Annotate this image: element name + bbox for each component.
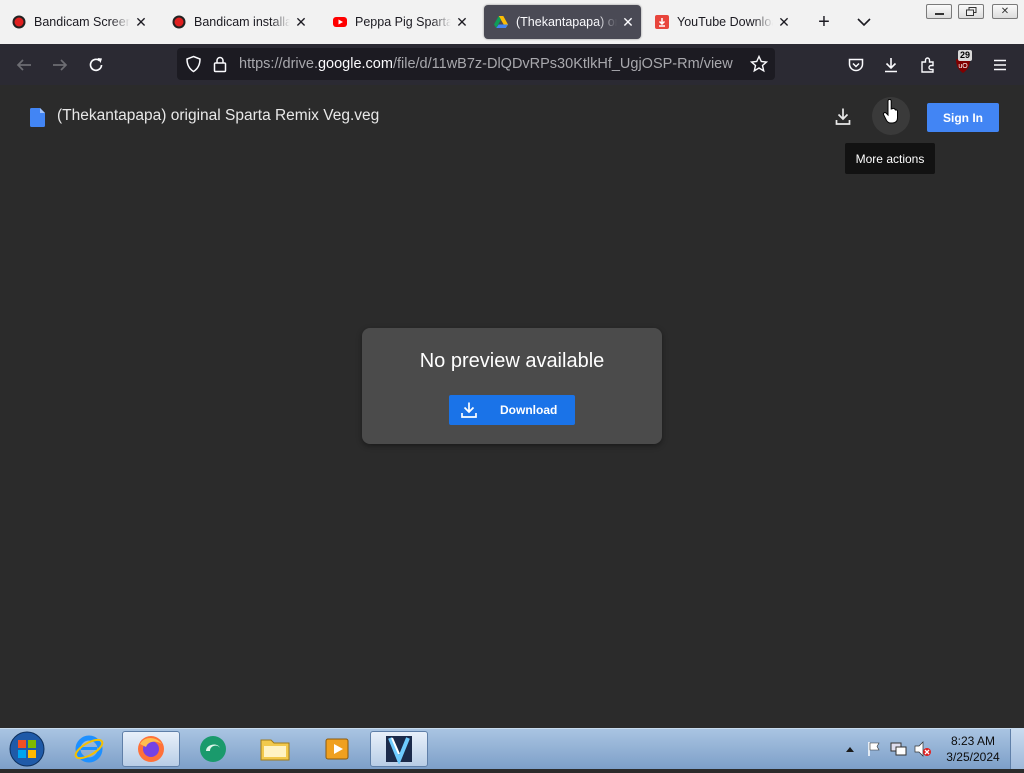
bandicam-icon bbox=[172, 15, 186, 29]
tab-bandicam-installation[interactable]: Bandicam installation ✕ bbox=[162, 5, 314, 39]
reload-button[interactable] bbox=[83, 52, 109, 78]
download-button[interactable]: Download bbox=[449, 395, 575, 425]
no-preview-message: No preview available bbox=[419, 350, 605, 372]
forward-arrow-icon bbox=[53, 59, 68, 71]
action-center-flag-icon[interactable] bbox=[866, 741, 882, 757]
green-bubble-app-icon bbox=[200, 736, 226, 762]
close-tab-icon[interactable]: ✕ bbox=[455, 15, 469, 29]
more-actions-button[interactable] bbox=[872, 97, 910, 135]
internet-explorer-icon bbox=[74, 735, 104, 763]
restore-icon bbox=[965, 7, 976, 16]
youtube-icon bbox=[333, 17, 347, 27]
tracking-protection-shield-icon[interactable] bbox=[185, 55, 202, 73]
app-menu-button[interactable] bbox=[987, 52, 1013, 78]
close-window-button[interactable]: ✕ bbox=[992, 4, 1018, 19]
download-icon bbox=[461, 402, 477, 418]
file-document-icon bbox=[30, 108, 45, 127]
taskbar-file-explorer[interactable] bbox=[246, 731, 304, 767]
speaker-muted-icon[interactable] bbox=[914, 741, 932, 757]
folder-icon bbox=[260, 739, 290, 761]
tab-youtube-downloader[interactable]: YouTube Downloader ✕ bbox=[645, 5, 797, 39]
tab-title: Peppa Pig Sparta De bbox=[355, 15, 451, 29]
url-path: /file/d/11wB7z-DlQDvRPs30KtlkHf_UgjOSP-R… bbox=[392, 56, 733, 72]
taskbar-firefox[interactable] bbox=[122, 731, 180, 767]
navigation-toolbar: https://drive.google.com/file/d/11wB7z-D… bbox=[0, 44, 1024, 85]
list-all-tabs-chevron-icon[interactable] bbox=[856, 15, 872, 29]
restore-window-button[interactable] bbox=[958, 4, 984, 19]
tab-bandicam-screen-recorder[interactable]: Bandicam Screen Re ✕ bbox=[2, 5, 154, 39]
back-button[interactable] bbox=[11, 52, 37, 78]
bandicam-icon bbox=[12, 15, 26, 29]
taskbar-vegas-pro[interactable] bbox=[370, 731, 428, 767]
bookmark-star-icon[interactable] bbox=[750, 55, 768, 73]
no-preview-card: No preview available Download bbox=[362, 328, 662, 444]
taskbar-media-player[interactable] bbox=[308, 731, 366, 767]
show-desktop-button[interactable] bbox=[1010, 729, 1024, 769]
firefox-icon bbox=[138, 736, 164, 762]
sign-in-button[interactable]: Sign In bbox=[927, 103, 999, 132]
minimize-window-button[interactable] bbox=[926, 4, 952, 19]
tab-title: (Thekantapapa) orig bbox=[516, 15, 617, 29]
back-arrow-icon bbox=[16, 59, 31, 71]
hand-pointer-cursor-icon bbox=[882, 99, 898, 124]
start-button[interactable] bbox=[5, 730, 49, 768]
windows-start-orb-icon bbox=[9, 731, 45, 767]
extensions-button[interactable] bbox=[915, 52, 941, 78]
system-clock[interactable]: 8:23 AM 3/25/2024 bbox=[944, 733, 1002, 765]
download-arrow-icon bbox=[885, 58, 897, 73]
clock-date: 3/25/2024 bbox=[946, 750, 1000, 764]
close-tab-icon[interactable]: ✕ bbox=[294, 15, 308, 29]
pocket-icon bbox=[848, 58, 864, 72]
file-title: (Thekantapapa) original Sparta Remix Veg… bbox=[57, 107, 380, 124]
network-icon[interactable] bbox=[889, 741, 907, 757]
vegas-pro-icon bbox=[386, 736, 412, 764]
download-icon bbox=[655, 15, 669, 29]
close-tab-icon[interactable]: ✕ bbox=[777, 15, 791, 29]
extension-badge-count: 29 bbox=[958, 50, 973, 61]
windows-taskbar: 8:23 AM 3/25/2024 bbox=[0, 728, 1024, 769]
clock-time: 8:23 AM bbox=[950, 734, 996, 748]
media-player-icon bbox=[325, 738, 349, 760]
pocket-button[interactable] bbox=[843, 52, 869, 78]
reload-icon bbox=[89, 58, 103, 72]
puzzle-piece-icon bbox=[921, 57, 934, 73]
close-icon: ✕ bbox=[1000, 6, 1010, 17]
hamburger-menu-icon bbox=[994, 59, 1006, 71]
svg-text:uO: uO bbox=[958, 63, 968, 70]
tab-strip: Bandicam Screen Re ✕ Bandicam installati… bbox=[0, 0, 1024, 44]
close-tab-icon[interactable]: ✕ bbox=[621, 15, 635, 29]
google-drive-icon bbox=[494, 16, 508, 28]
taskbar-internet-explorer[interactable] bbox=[60, 731, 118, 767]
ublock-extension-button[interactable]: uO 29 bbox=[950, 50, 976, 78]
forward-button[interactable] bbox=[47, 52, 73, 78]
new-tab-plus-icon[interactable]: + bbox=[814, 12, 834, 32]
url-domain: google.com bbox=[317, 56, 393, 72]
minimize-icon bbox=[934, 13, 944, 15]
lock-icon[interactable] bbox=[213, 55, 227, 73]
show-hidden-icons-chevron-icon[interactable] bbox=[845, 745, 855, 753]
drive-file-viewer: (Thekantapapa) original Sparta Remix Veg… bbox=[0, 85, 1024, 728]
taskbar-app-green[interactable] bbox=[184, 731, 242, 767]
tab-title: Bandicam Screen Re bbox=[34, 15, 130, 29]
tab-google-drive-file[interactable]: (Thekantapapa) orig ✕ bbox=[484, 5, 641, 39]
download-icon[interactable] bbox=[834, 107, 852, 126]
downloads-button[interactable] bbox=[878, 52, 904, 78]
tab-peppa-pig-sparta[interactable]: Peppa Pig Sparta De ✕ bbox=[323, 5, 475, 39]
tab-title: YouTube Downloader bbox=[677, 15, 773, 29]
more-actions-tooltip: More actions bbox=[845, 143, 935, 174]
url-prefix: https://drive. bbox=[239, 56, 318, 72]
close-tab-icon[interactable]: ✕ bbox=[134, 15, 148, 29]
address-bar[interactable]: https://drive.google.com/file/d/11wB7z-D… bbox=[177, 48, 775, 80]
tab-title: Bandicam installation bbox=[194, 15, 290, 29]
download-button-label: Download bbox=[500, 403, 558, 417]
url-text[interactable]: https://drive.google.com/file/d/11wB7z-D… bbox=[239, 56, 733, 72]
